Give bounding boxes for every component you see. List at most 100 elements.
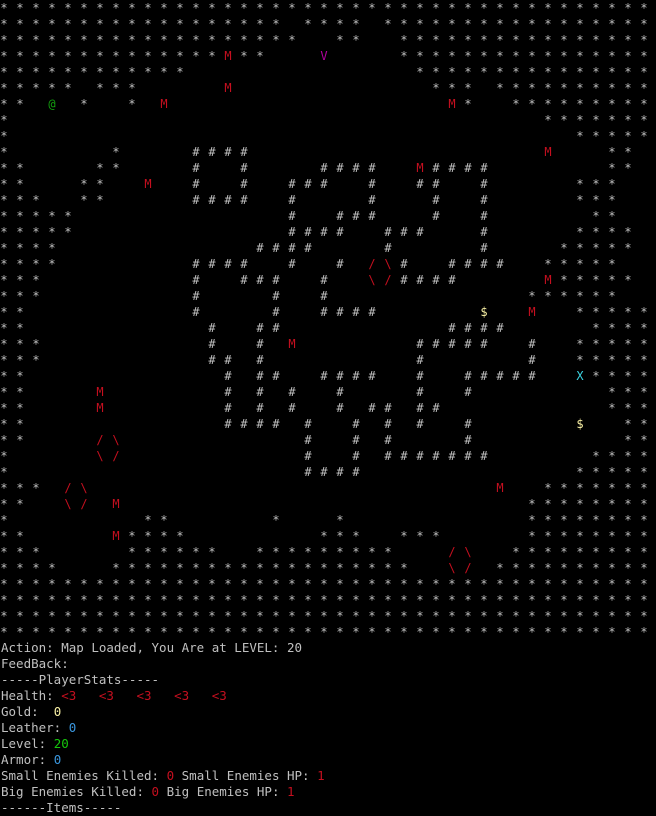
wall-star: * <box>240 625 248 639</box>
wall-star: * <box>0 113 8 127</box>
wall-star: * <box>304 17 312 31</box>
wall-star: * <box>32 49 40 63</box>
wall-block: # <box>320 465 328 479</box>
wall-star: * <box>80 1 88 15</box>
wall-star: * <box>192 561 200 575</box>
wall-star: * <box>272 17 280 31</box>
wall-star: * <box>480 577 488 591</box>
armor-label: Armor: <box>1 752 47 767</box>
wall-star: * <box>528 289 536 303</box>
wall-block: # <box>288 401 296 415</box>
wall-star: * <box>256 561 264 575</box>
wall-star: * <box>16 81 24 95</box>
wall-star: * <box>592 305 600 319</box>
wall-star: * <box>48 609 56 623</box>
wall-block: # <box>432 401 440 415</box>
wall-star: * <box>80 177 88 191</box>
wall-star: * <box>576 113 584 127</box>
leather-label: Leather: <box>1 720 62 735</box>
wall-star: * <box>352 577 360 591</box>
wall-star: * <box>608 337 616 351</box>
wall-star: * <box>624 577 632 591</box>
wall-star: * <box>16 225 24 239</box>
wall-block: # <box>352 161 360 175</box>
wall-star: * <box>608 321 616 335</box>
small-enemy-marker: M <box>544 145 552 159</box>
map-row: * * * * * * * * * * * * * * * * * * / \ * * * * * * * * * <box>0 544 656 560</box>
wall-star: * <box>160 65 168 79</box>
wall-star: * <box>128 529 136 543</box>
map-row: * \ / # # # # # # # # # * * * * <box>0 448 656 464</box>
wall-star: * <box>576 593 584 607</box>
wall-star: * <box>288 33 296 47</box>
wall-star: * <box>336 513 344 527</box>
wall-star: * <box>608 609 616 623</box>
wall-star: * <box>320 529 328 543</box>
wall-block: # <box>464 161 472 175</box>
wall-star: * <box>560 577 568 591</box>
wall-star: * <box>336 1 344 15</box>
wall-star: * <box>112 593 120 607</box>
wall-block: # <box>464 257 472 271</box>
big-enemy-part: \ <box>384 257 392 271</box>
wall-star: * <box>416 609 424 623</box>
wall-star: * <box>384 593 392 607</box>
wall-block: # <box>224 369 232 383</box>
wall-star: * <box>608 65 616 79</box>
wall-star: * <box>624 337 632 351</box>
action-text: Map Loaded, You Are at LEVEL: 20 <box>61 640 303 655</box>
hud-panel: Action: Map Loaded, You Are at LEVEL: 20… <box>1 640 655 816</box>
big-enemy-part: \ <box>80 481 88 495</box>
wall-star: * <box>512 625 520 639</box>
wall-star: * <box>144 545 152 559</box>
wall-block: # <box>272 289 280 303</box>
wall-block: # <box>272 417 280 431</box>
wall-star: * <box>32 81 40 95</box>
wall-star: * <box>80 625 88 639</box>
wall-star: * <box>592 529 600 543</box>
wall-block: # <box>464 449 472 463</box>
wall-star: * <box>576 97 584 111</box>
wall-star: * <box>112 17 120 31</box>
wall-star: * <box>16 321 24 335</box>
wall-star: * <box>464 97 472 111</box>
wall-star: * <box>560 609 568 623</box>
wall-star: * <box>64 49 72 63</box>
wall-star: * <box>64 33 72 47</box>
wall-block: # <box>480 369 488 383</box>
wall-star: * <box>112 145 120 159</box>
wall-star: * <box>304 625 312 639</box>
wall-star: * <box>544 529 552 543</box>
wall-star: * <box>608 513 616 527</box>
wall-star: * <box>16 305 24 319</box>
wall-star: * <box>480 1 488 15</box>
action-label: Action: <box>1 640 54 655</box>
items-title: ------Items----- <box>1 800 122 815</box>
small-enemy-marker: M <box>528 305 536 319</box>
wall-star: * <box>592 545 600 559</box>
wall-star: * <box>592 465 600 479</box>
wall-star: * <box>592 81 600 95</box>
wall-star: * <box>544 257 552 271</box>
wall-star: * <box>0 545 8 559</box>
wall-star: * <box>16 241 24 255</box>
wall-star: * <box>624 449 632 463</box>
wall-star: * <box>80 17 88 31</box>
wall-star: * <box>208 17 216 31</box>
wall-block: # <box>288 225 296 239</box>
wall-star: * <box>368 545 376 559</box>
wall-star: * <box>256 609 264 623</box>
big-enemy-part: \ <box>368 273 376 287</box>
wall-star: * <box>448 17 456 31</box>
wall-star: * <box>352 609 360 623</box>
wall-star: * <box>336 577 344 591</box>
wall-star: * <box>528 81 536 95</box>
wall-block: # <box>464 385 472 399</box>
wall-star: * <box>64 65 72 79</box>
wall-star: * <box>624 113 632 127</box>
wall-star: * <box>320 625 328 639</box>
wall-star: * <box>592 369 600 383</box>
wall-star: * <box>208 577 216 591</box>
wall-star: * <box>0 481 8 495</box>
wall-star: * <box>80 33 88 47</box>
